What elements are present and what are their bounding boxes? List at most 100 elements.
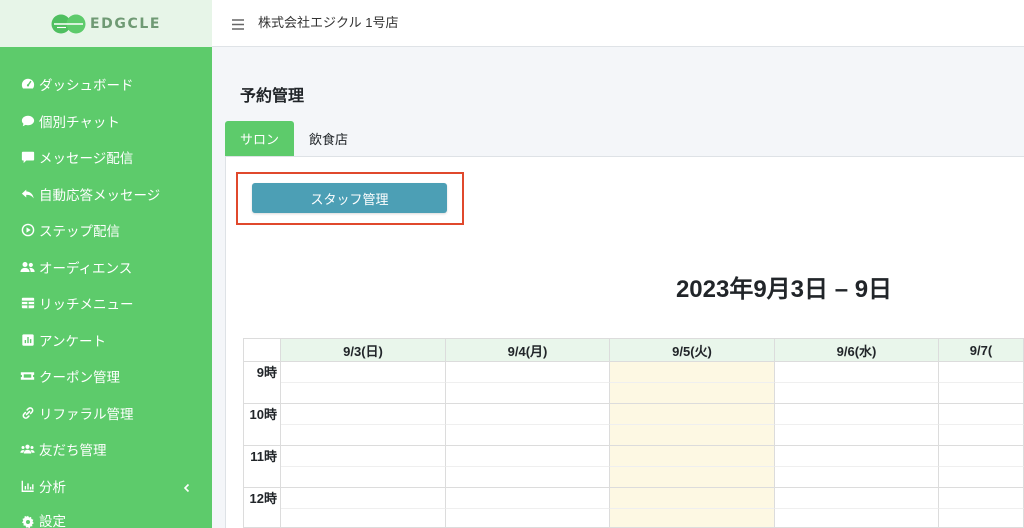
sidebar-item-label: 友だち管理 — [39, 443, 107, 459]
time-slot[interactable] — [610, 383, 775, 404]
time-slot[interactable] — [281, 509, 446, 528]
calendar-corner — [244, 338, 281, 362]
top-header: 株式会社エジクル 1号店 — [212, 0, 1024, 47]
sidebar-item-audience[interactable]: オーディエンス — [0, 249, 212, 286]
day-header: 9/4(月) — [446, 338, 610, 362]
time-slot[interactable] — [281, 404, 446, 425]
time-slot[interactable] — [610, 404, 775, 425]
time-slot[interactable] — [610, 467, 775, 488]
sidebar-item-label: アンケート — [39, 333, 106, 349]
sidebar-item-label: メッセージ配信 — [39, 151, 134, 167]
time-slot[interactable] — [446, 488, 610, 509]
time-slot[interactable] — [775, 467, 939, 488]
user-friends-icon — [20, 442, 35, 456]
sidebar-item-survey[interactable]: アンケート — [0, 322, 212, 359]
time-slot[interactable] — [775, 404, 939, 425]
time-slot[interactable] — [446, 446, 610, 467]
time-slot[interactable] — [939, 404, 1024, 425]
time-slot[interactable] — [775, 362, 939, 383]
time-slot[interactable] — [939, 383, 1024, 404]
time-slot[interactable] — [446, 383, 610, 404]
time-slot[interactable] — [775, 446, 939, 467]
sidebar-item-label: 個別チャット — [39, 114, 120, 130]
time-slot[interactable] — [775, 488, 939, 509]
staff-management-button[interactable]: スタッフ管理 — [252, 183, 447, 213]
tab-restaurant[interactable]: 飲食店 — [294, 121, 363, 156]
time-slot[interactable] — [446, 425, 610, 446]
message-icon — [20, 150, 35, 164]
logo-icon — [51, 14, 87, 34]
link-icon — [20, 406, 35, 420]
day-header: 9/6(水) — [775, 338, 939, 362]
time-slot[interactable] — [610, 362, 775, 383]
sidebar-item-coupon[interactable]: クーポン管理 — [0, 358, 212, 395]
time-slot[interactable] — [939, 509, 1024, 528]
sidebar-item-label: 設定 — [39, 514, 66, 528]
time-slot[interactable] — [610, 446, 775, 467]
sidebar-item-step-delivery[interactable]: ステップ配信 — [0, 212, 212, 249]
sidebar-item-rich-menu[interactable]: リッチメニュー — [0, 285, 212, 322]
sidebar-item-label: クーポン管理 — [39, 370, 120, 386]
calendar-grid: 9/3(日) 9/4(月) 9/5(火) 9/6(水) 9/7( 9時 10時 … — [243, 338, 1024, 528]
poll-icon — [20, 333, 35, 347]
logo-text: EDGCLE — [89, 15, 162, 32]
day-header: 9/5(火) — [610, 338, 775, 362]
chart-bar-icon — [20, 479, 35, 493]
time-slot[interactable] — [775, 509, 939, 528]
sidebar-item-message-broadcast[interactable]: メッセージ配信 — [0, 139, 212, 176]
sidebar-item-analytics[interactable]: 分析 — [0, 468, 212, 505]
time-slot[interactable] — [939, 362, 1024, 383]
time-slot[interactable] — [281, 425, 446, 446]
sidebar-item-referral[interactable]: リファラル管理 — [0, 395, 212, 432]
dashboard-icon — [20, 77, 35, 91]
hamburger-icon[interactable] — [232, 17, 244, 30]
hour-label: 10時 — [244, 404, 281, 446]
sidebar-item-auto-reply[interactable]: 自動応答メッセージ — [0, 176, 212, 213]
time-slot[interactable] — [939, 425, 1024, 446]
time-slot[interactable] — [446, 362, 610, 383]
chevron-left-icon[interactable] — [182, 481, 192, 492]
main-content: 予約管理 サロン 飲食店 スタッフ管理 2023年9月3日 – 9日 9/3(日… — [212, 47, 1024, 528]
time-slot[interactable] — [281, 383, 446, 404]
time-slot[interactable] — [610, 488, 775, 509]
sidebar: EDGCLE ダッシュボード 個別チャット メッセージ配信 自動応答メッセージ — [0, 0, 212, 528]
time-slot[interactable] — [446, 467, 610, 488]
sidebar-item-label: 自動応答メッセージ — [39, 187, 161, 203]
time-slot[interactable] — [281, 446, 446, 467]
time-slot[interactable] — [939, 488, 1024, 509]
time-slot[interactable] — [939, 467, 1024, 488]
hour-label: 11時 — [244, 446, 281, 488]
sidebar-item-label: オーディエンス — [39, 260, 133, 276]
brand-logo[interactable]: EDGCLE — [0, 0, 212, 47]
day-header: 9/3(日) — [281, 338, 446, 362]
sidebar-nav: ダッシュボード 個別チャット メッセージ配信 自動応答メッセージ ステップ配信 — [0, 66, 212, 528]
sidebar-item-dashboard[interactable]: ダッシュボード — [0, 66, 212, 103]
time-slot[interactable] — [610, 425, 775, 446]
tab-salon[interactable]: サロン — [225, 121, 295, 156]
sidebar-item-label: リッチメニュー — [39, 297, 134, 313]
time-slot[interactable] — [939, 446, 1024, 467]
time-slot[interactable] — [775, 383, 939, 404]
calendar-range-title: 2023年9月3日 – 9日 — [675, 276, 893, 303]
table-icon — [20, 296, 35, 310]
time-slot[interactable] — [281, 488, 446, 509]
sidebar-item-chat[interactable]: 個別チャット — [0, 103, 212, 140]
page-title: 予約管理 — [240, 88, 305, 105]
time-slot[interactable] — [281, 362, 446, 383]
sidebar-item-label: ダッシュボード — [39, 78, 134, 94]
hour-label: 12時 — [244, 488, 281, 528]
gear-icon — [20, 515, 35, 528]
sidebar-item-settings[interactable]: 設定 — [0, 504, 212, 528]
store-name: 株式会社エジクル 1号店 — [258, 15, 399, 30]
sidebar-item-label: ステップ配信 — [39, 224, 120, 240]
time-slot[interactable] — [775, 425, 939, 446]
ticket-icon — [20, 369, 35, 383]
highlight-outline: スタッフ管理 — [236, 172, 464, 225]
sidebar-item-friends[interactable]: 友だち管理 — [0, 431, 212, 468]
time-slot[interactable] — [446, 404, 610, 425]
time-slot[interactable] — [610, 509, 775, 528]
hour-label: 9時 — [244, 362, 281, 404]
time-slot[interactable] — [281, 467, 446, 488]
day-header: 9/7( — [939, 338, 1024, 362]
time-slot[interactable] — [446, 509, 610, 528]
